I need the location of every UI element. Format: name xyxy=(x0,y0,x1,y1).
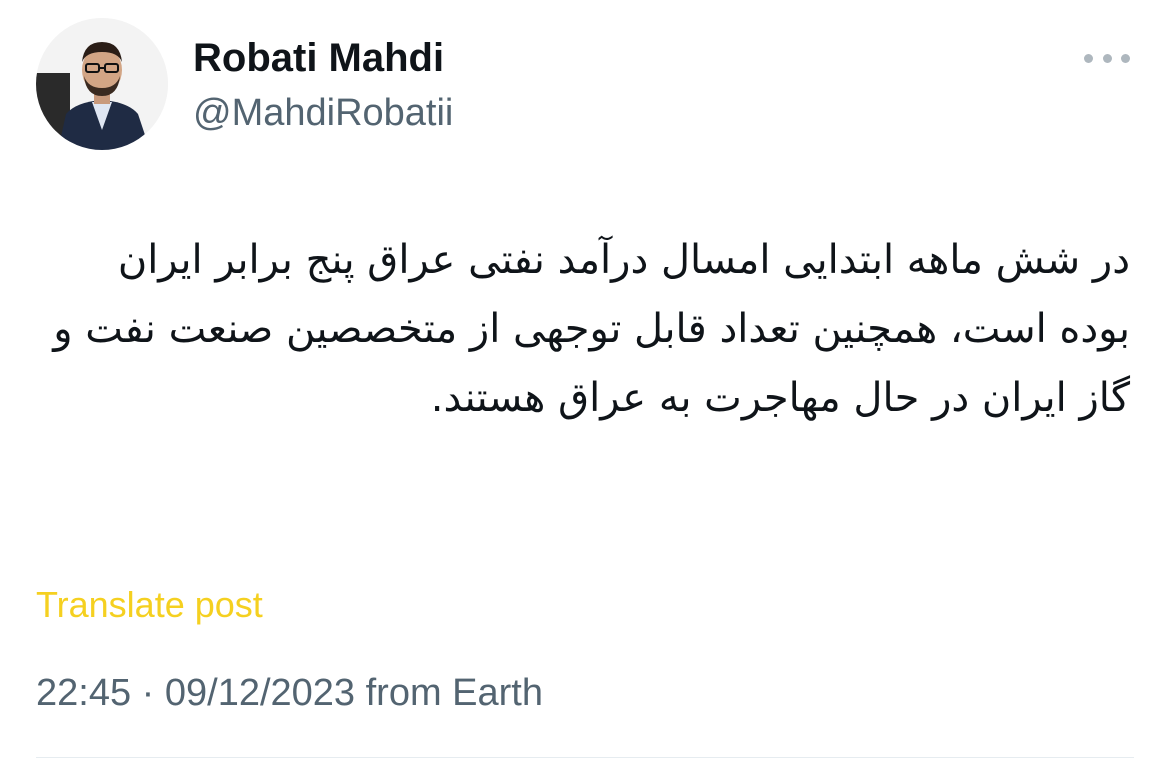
translate-post-link[interactable]: Translate post xyxy=(36,584,263,626)
author-display-name[interactable]: Robati Mahdi xyxy=(193,36,444,81)
avatar[interactable] xyxy=(36,18,168,150)
more-options-icon[interactable] xyxy=(1084,50,1130,66)
author-handle[interactable]: @MahdiRobatii xyxy=(193,92,453,135)
avatar-photo xyxy=(36,18,168,150)
post-timestamp[interactable]: 22:45 · 09/12/2023 from Earth xyxy=(36,672,543,715)
more-dot xyxy=(1084,53,1093,63)
more-dot xyxy=(1102,53,1112,63)
post-text: در شش ماهه ابتدایی امسال درآمد نفتی عراق… xyxy=(53,237,1130,421)
more-dot xyxy=(1121,53,1130,63)
divider xyxy=(36,757,1134,758)
